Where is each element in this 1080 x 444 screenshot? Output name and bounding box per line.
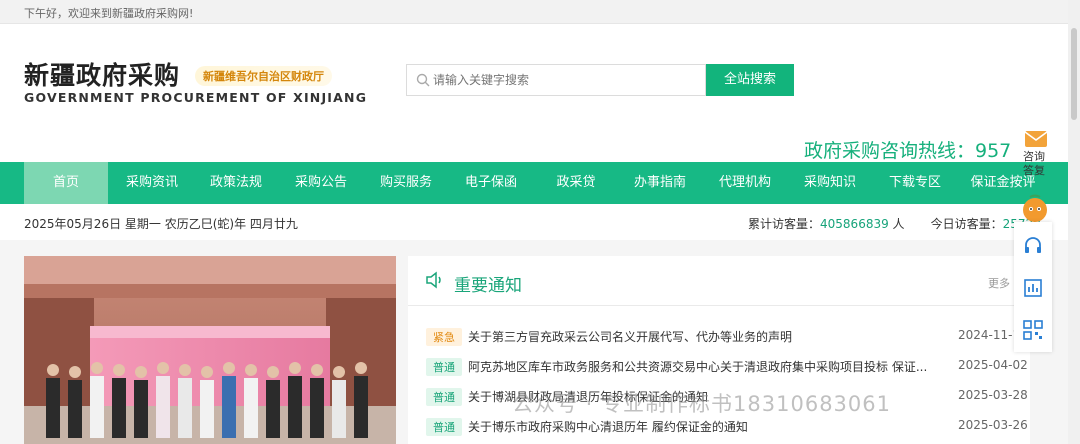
mail-icon[interactable] xyxy=(1024,130,1048,148)
sidebar-tools xyxy=(1014,222,1052,352)
total-visits-value: 405866839 xyxy=(820,217,889,231)
nav-item-loan[interactable]: 政采贷 xyxy=(534,162,618,204)
notice-row[interactable]: 普通 阿克苏地区库车市政务服务和公共资源交易中心关于清退政府集中采购项目投标 保… xyxy=(408,356,1030,378)
nav-item-home[interactable]: 首页 xyxy=(24,162,108,204)
greeting-text: 下午好，欢迎来到新疆政府采购网! xyxy=(24,7,194,20)
nav-item-news[interactable]: 采购资讯 xyxy=(110,162,194,204)
total-visits-unit: 人 xyxy=(888,217,905,231)
hotline-text: 政府采购咨询热线：957 xyxy=(804,140,1012,162)
nav-item-policy[interactable]: 政策法规 xyxy=(194,162,278,204)
site-logo-subtitle: GOVERNMENT PROCUREMENT OF XINJIANG xyxy=(24,90,368,105)
normal-badge: 普通 xyxy=(426,388,462,406)
notice-header: 重要通知 更多 xyxy=(408,256,1030,306)
qr-code-icon[interactable] xyxy=(1023,320,1043,340)
notice-row[interactable]: 紧急 关于第三方冒充政采云公司名义开展代写、代办等业务的声明 2024-11-1… xyxy=(408,326,1030,348)
normal-badge: 普通 xyxy=(426,418,462,436)
notice-row[interactable]: 普通 关于博乐市政府采购中心清退历年 履约保证金的通知 2025-03-26 xyxy=(408,416,1030,438)
notice-link[interactable]: 阿克苏地区库车市政务服务和公共资源交易中心关于清退政府集中采购项目投标 保证..… xyxy=(468,358,928,375)
normal-badge: 普通 xyxy=(426,358,462,376)
consult-reply-link[interactable]: 咨询 答复 xyxy=(1023,150,1045,178)
top-bar: 下午好，欢迎来到新疆政府采购网! xyxy=(0,0,1080,24)
site-logo-title[interactable]: 新疆政府采购 xyxy=(24,56,180,92)
chart-report-icon[interactable] xyxy=(1023,278,1043,298)
nav-item-knowledge[interactable]: 采购知识 xyxy=(788,162,872,204)
nav-item-guide[interactable]: 办事指南 xyxy=(618,162,702,204)
notice-link[interactable]: 关于第三方冒充政采云公司名义开展代写、代办等业务的声明 xyxy=(468,328,928,345)
notice-date: 2025-03-26 xyxy=(958,418,1028,432)
notice-title: 重要通知 xyxy=(454,276,522,296)
notice-link[interactable]: 关于博乐市政府采购中心清退历年 履约保证金的通知 xyxy=(468,418,928,435)
search-box xyxy=(406,64,706,96)
watermark-text: 公众号 · 专业制作标书18310683061 xyxy=(512,392,891,416)
news-photo-banner[interactable] xyxy=(24,256,396,444)
mascot-icon[interactable] xyxy=(1020,194,1050,224)
search-icon xyxy=(416,73,430,87)
urgent-badge: 紧急 xyxy=(426,328,462,346)
speaker-icon xyxy=(426,271,441,289)
more-link[interactable]: 更多 xyxy=(988,275,1010,291)
today-visits-label: 今日访客量： xyxy=(930,217,1003,231)
scrollbar-thumb[interactable] xyxy=(1071,28,1077,120)
nav-item-agencies[interactable]: 代理机构 xyxy=(703,162,787,204)
current-date: 2025年05月26日 星期一 农历乙巳(蛇)年 四月廿九 xyxy=(24,217,298,231)
event-photo xyxy=(24,256,396,444)
nav-item-downloads[interactable]: 下载专区 xyxy=(873,162,957,204)
page-scrollbar[interactable] xyxy=(1068,0,1080,444)
notice-date: 2025-03-28 xyxy=(958,388,1028,402)
reply-label: 答复 xyxy=(1023,164,1045,177)
total-visits-label: 累计访客量： xyxy=(748,217,821,231)
headset-icon[interactable] xyxy=(1023,236,1043,256)
nav-item-e-guarantee[interactable]: 电子保函 xyxy=(449,162,533,204)
consult-label: 咨询 xyxy=(1023,150,1045,163)
main-nav: 首页 采购资讯 政策法规 采购公告 购买服务 电子保函 政采贷 办事指南 代理机… xyxy=(0,162,1080,204)
nav-item-services[interactable]: 购买服务 xyxy=(364,162,448,204)
nav-item-announcements[interactable]: 采购公告 xyxy=(279,162,363,204)
site-search-button[interactable]: 全站搜索 xyxy=(706,64,794,96)
notice-date: 2025-04-02 xyxy=(958,358,1028,372)
search-input[interactable] xyxy=(433,69,698,91)
visitor-stats: 累计访客量：405866839 人今日访客量：25720 xyxy=(748,215,1041,232)
finance-dept-tag: 新疆维吾尔自治区财政厅 xyxy=(195,66,332,86)
date-bar: 2025年05月26日 星期一 农历乙巳(蛇)年 四月廿九 累计访客量：4058… xyxy=(0,204,1080,240)
header: 新疆政府采购 GOVERNMENT PROCUREMENT OF XINJIAN… xyxy=(0,24,1080,162)
